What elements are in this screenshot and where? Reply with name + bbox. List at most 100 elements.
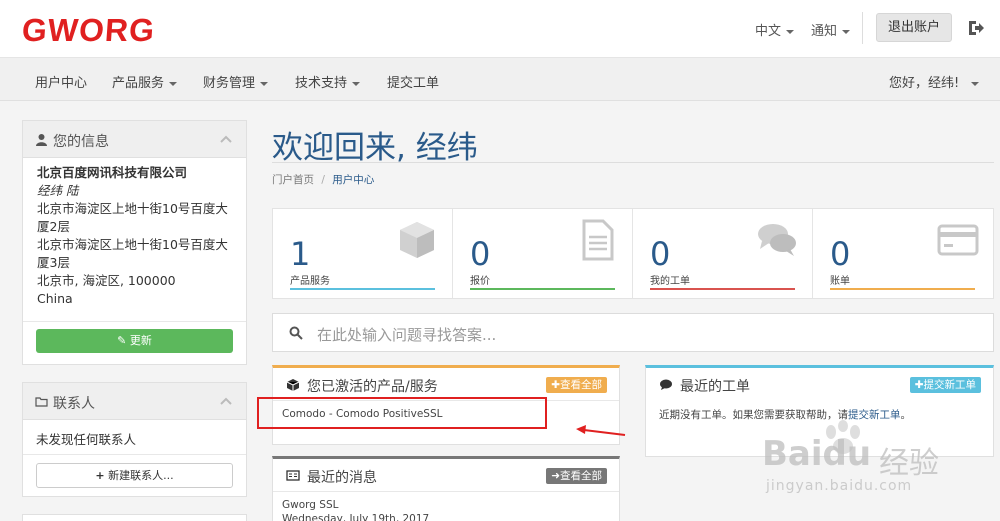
update-button[interactable]: ✎ 更新	[36, 329, 233, 353]
stat-value: 1	[290, 235, 311, 273]
logout-button[interactable]: 退出账户	[876, 13, 952, 42]
search-input[interactable]: 在此处输入问题寻找答案...	[317, 324, 496, 345]
breadcrumb: 门户首页 / 用户中心	[272, 172, 374, 187]
your-info-panel: 您的信息 北京百度网讯科技有限公司 经纬 陆 北京市海淀区上地十街10号百度大 …	[22, 120, 247, 365]
stat-value: 0	[650, 235, 671, 273]
chevron-up-icon[interactable]	[220, 396, 232, 406]
cube-icon	[286, 379, 300, 391]
country-line: China	[37, 291, 73, 306]
stat-bar	[830, 288, 975, 290]
stat-bar	[290, 288, 435, 290]
user-menu[interactable]: 您好，经纬!	[889, 72, 980, 91]
stat-bar	[650, 288, 795, 290]
nav-user-center[interactable]: 用户中心	[35, 72, 87, 91]
sidebar-panel-partial	[22, 514, 247, 521]
folder-icon	[35, 397, 48, 407]
kb-search-box[interactable]: 在此处输入问题寻找答案...	[272, 313, 994, 352]
comments-icon	[758, 224, 796, 256]
stat-quotes[interactable]: 0 报价	[453, 209, 633, 298]
panel-header[interactable]: 联系人	[23, 383, 246, 420]
sign-out-icon[interactable]	[967, 19, 985, 37]
card-header: 最近的消息 ➜查看全部	[273, 459, 619, 492]
stat-products[interactable]: 1 产品服务	[273, 209, 453, 298]
arrow-right-icon: ➜	[551, 470, 560, 482]
page-title: 欢迎回来, 经纬	[272, 130, 478, 166]
caret-down-icon	[169, 81, 178, 86]
language-label: 中文	[755, 24, 782, 39]
new-contact-button[interactable]: + 新建联系人...	[36, 463, 233, 488]
newspaper-icon	[286, 470, 300, 481]
update-button-wrap: ✎ 更新	[23, 329, 246, 353]
recent-news-card: 最近的消息 ➜查看全部 Gworg SSL Wednesday, July 19…	[272, 456, 620, 521]
stat-invoices[interactable]: 0 账单	[813, 209, 993, 298]
stat-label: 产品服务	[290, 276, 330, 287]
panel-title: 您的信息	[53, 134, 109, 150]
nav-products[interactable]: 产品服务	[112, 72, 178, 91]
divider	[862, 12, 863, 44]
nav-support-label: 技术支持	[295, 76, 348, 91]
stat-value: 0	[470, 235, 491, 273]
language-menu[interactable]: 中文	[755, 20, 795, 39]
nav-billing[interactable]: 财务管理	[203, 72, 269, 91]
view-all-news-button[interactable]: ➜查看全部	[546, 468, 607, 484]
pencil-icon: ✎	[117, 334, 127, 347]
view-all-products-button[interactable]: ✚查看全部	[546, 377, 607, 393]
card-title: 最近的消息	[307, 470, 377, 486]
panel-title: 联系人	[53, 396, 95, 412]
plus-icon: ✚	[914, 379, 924, 391]
new-contact-label: 新建联系人...	[108, 469, 174, 482]
address-line: 厦2层	[37, 219, 70, 234]
nav-products-label: 产品服务	[112, 76, 165, 91]
plus-icon: ✚	[551, 379, 560, 391]
comment-icon	[660, 379, 672, 390]
contact-name: 经纬 陆	[37, 183, 79, 198]
card-title: 您已激活的产品/服务	[307, 379, 438, 395]
nav-support[interactable]: 技术支持	[295, 72, 361, 91]
chevron-up-icon[interactable]	[220, 134, 232, 144]
caret-down-icon	[786, 29, 795, 34]
credit-card-icon	[937, 224, 979, 256]
top-header: GWORG 中文 通知 退出账户	[0, 0, 1000, 58]
watermark-brand: Baidu	[762, 434, 871, 474]
stat-tickets[interactable]: 0 我的工单	[633, 209, 813, 298]
new-ticket-label: 提交新工单	[923, 379, 977, 391]
document-icon	[582, 219, 614, 261]
divider	[23, 321, 246, 322]
panel-header[interactable]: 您的信息	[23, 121, 246, 158]
watermark-brand-part2: du	[822, 434, 872, 474]
stat-label: 我的工单	[650, 276, 690, 287]
news-date: Wednesday, July 19th, 2017	[282, 513, 430, 521]
watermark-brand-part1: Bai	[762, 434, 823, 474]
search-icon	[289, 326, 303, 340]
news-item[interactable]: Gworg SSL Wednesday, July 19th, 2017	[273, 492, 619, 521]
baidu-watermark: Baidu 经验 jingyan.baidu.com	[748, 420, 1000, 521]
annotation-highlight-box	[257, 397, 547, 429]
stat-bar	[470, 288, 615, 290]
new-ticket-button[interactable]: ✚提交新工单	[909, 377, 981, 393]
breadcrumb-separator: /	[321, 174, 325, 186]
breadcrumb-home[interactable]: 门户首页	[272, 174, 314, 186]
divider	[23, 454, 246, 455]
nav-billing-label: 财务管理	[203, 76, 256, 91]
new-contact-wrap: + 新建联系人...	[23, 463, 246, 488]
view-all-label: 查看全部	[560, 470, 602, 482]
notifications-menu[interactable]: 通知	[811, 20, 851, 39]
address-line: 北京市海淀区上地十街10号百度大	[37, 237, 228, 252]
card-title: 最近的工单	[680, 379, 750, 395]
info-body: 北京百度网讯科技有限公司 经纬 陆 北京市海淀区上地十街10号百度大 厦2层 北…	[23, 158, 246, 314]
news-title: Gworg SSL	[282, 499, 339, 511]
contacts-empty-text: 未发现任何联系人	[36, 432, 137, 447]
card-header: 最近的工单 ✚提交新工单	[646, 368, 993, 401]
user-greeting: 您好，经纬!	[889, 76, 960, 91]
stat-label: 报价	[470, 276, 490, 287]
caret-down-icon	[842, 29, 851, 34]
plus-icon: +	[95, 469, 105, 482]
logo[interactable]: GWORG	[21, 12, 157, 49]
cube-icon	[400, 222, 434, 258]
watermark-url: jingyan.baidu.com	[766, 478, 913, 494]
caret-down-icon	[971, 81, 980, 86]
nav-submit-ticket[interactable]: 提交工单	[387, 72, 439, 91]
caret-down-icon	[352, 81, 361, 86]
breadcrumb-current: 用户中心	[332, 174, 375, 186]
company-name: 北京百度网讯科技有限公司	[37, 165, 188, 180]
